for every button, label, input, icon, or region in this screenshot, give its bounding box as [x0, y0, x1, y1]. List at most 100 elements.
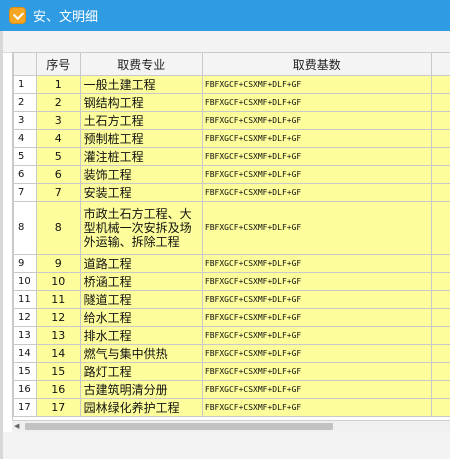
- table-row[interactable]: 6 6 装饰工程 FBFXGCF+CSXMF+DLF+GF: [13, 165, 450, 184]
- extra-cell[interactable]: [430, 362, 450, 381]
- basis-cell[interactable]: FBFXGCF+CSXMF+DLF+GF: [201, 254, 432, 273]
- seq-cell[interactable]: 14: [35, 344, 81, 363]
- extra-cell[interactable]: [430, 398, 450, 417]
- row-number-cell[interactable]: 17: [13, 398, 37, 417]
- table-row[interactable]: 8 8 市政土石方工程、大型机械一次安拆及场外运输、拆除工程 FBFXGCF+CSXM…: [13, 201, 450, 255]
- table-row[interactable]: 7 7 安装工程 FBFXGCF+CSXMF+DLF+GF: [13, 183, 450, 202]
- basis-cell[interactable]: FBFXGCF+CSXMF+DLF+GF: [201, 111, 432, 130]
- extra-cell[interactable]: [430, 380, 450, 399]
- basis-cell[interactable]: FBFXGCF+CSXMF+DLF+GF: [201, 326, 432, 345]
- seq-cell[interactable]: 8: [35, 201, 81, 255]
- major-cell[interactable]: 燃气与集中供热: [79, 344, 203, 363]
- basis-cell[interactable]: FBFXGCF+CSXMF+DLF+GF: [201, 344, 432, 363]
- row-number-cell[interactable]: 12: [13, 308, 37, 327]
- seq-cell[interactable]: 12: [35, 308, 81, 327]
- major-cell[interactable]: 路灯工程: [79, 362, 203, 381]
- major-cell[interactable]: 灌注桩工程: [79, 147, 203, 166]
- seq-cell[interactable]: 9: [35, 254, 81, 273]
- row-number-cell[interactable]: 15: [13, 362, 37, 381]
- table-row[interactable]: 4 4 预制桩工程 FBFXGCF+CSXMF+DLF+GF: [13, 129, 450, 148]
- row-number-cell[interactable]: 6: [13, 165, 37, 184]
- seq-cell[interactable]: 15: [35, 362, 81, 381]
- table-row[interactable]: 14 14 燃气与集中供热 FBFXGCF+CSXMF+DLF+GF: [13, 344, 450, 363]
- extra-cell[interactable]: [430, 308, 450, 327]
- basis-cell[interactable]: FBFXGCF+CSXMF+DLF+GF: [201, 183, 432, 202]
- seq-cell[interactable]: 10: [35, 272, 81, 291]
- extra-cell[interactable]: [430, 344, 450, 363]
- extra-cell[interactable]: [430, 272, 450, 291]
- major-cell[interactable]: 给水工程: [79, 308, 203, 327]
- major-cell[interactable]: 钢结构工程: [79, 93, 203, 112]
- extra-cell[interactable]: [430, 75, 450, 94]
- row-number-cell[interactable]: 11: [13, 290, 37, 309]
- basis-cell[interactable]: FBFXGCF+CSXMF+DLF+GF: [201, 201, 432, 255]
- row-number-cell[interactable]: 13: [13, 326, 37, 345]
- row-number-cell[interactable]: 16: [13, 380, 37, 399]
- extra-cell[interactable]: [430, 165, 450, 184]
- seq-cell[interactable]: 2: [35, 93, 81, 112]
- basis-cell[interactable]: FBFXGCF+CSXMF+DLF+GF: [201, 165, 432, 184]
- basis-cell[interactable]: FBFXGCF+CSXMF+DLF+GF: [201, 308, 432, 327]
- major-cell[interactable]: 市政土石方工程、大型机械一次安拆及场外运输、拆除工程: [79, 201, 203, 255]
- basis-cell[interactable]: FBFXGCF+CSXMF+DLF+GF: [201, 75, 432, 94]
- major-cell[interactable]: 土石方工程: [79, 111, 203, 130]
- row-number-cell[interactable]: 8: [13, 201, 37, 255]
- major-cell[interactable]: 一般土建工程: [79, 75, 203, 94]
- seq-cell[interactable]: 11: [35, 290, 81, 309]
- seq-cell[interactable]: 17: [35, 398, 81, 417]
- table-row[interactable]: 15 15 路灯工程 FBFXGCF+CSXMF+DLF+GF: [13, 362, 450, 381]
- row-number-cell[interactable]: 3: [13, 111, 37, 130]
- major-cell[interactable]: 园林绿化养护工程: [79, 398, 203, 417]
- major-cell[interactable]: 隧道工程: [79, 290, 203, 309]
- seq-cell[interactable]: 3: [35, 111, 81, 130]
- major-cell[interactable]: 排水工程: [79, 326, 203, 345]
- major-header[interactable]: 取费专业: [79, 52, 203, 76]
- table-row[interactable]: 12 12 给水工程 FBFXGCF+CSXMF+DLF+GF: [13, 308, 450, 327]
- basis-cell[interactable]: FBFXGCF+CSXMF+DLF+GF: [201, 290, 432, 309]
- major-cell[interactable]: 装饰工程: [79, 165, 203, 184]
- seq-cell[interactable]: 1: [35, 75, 81, 94]
- extra-cell[interactable]: [430, 254, 450, 273]
- basis-header[interactable]: 取费基数: [201, 52, 432, 76]
- row-number-cell[interactable]: 5: [13, 147, 37, 166]
- extra-cell[interactable]: [430, 326, 450, 345]
- seq-header[interactable]: 序号: [35, 52, 81, 76]
- table-row[interactable]: 16 16 古建筑明清分册 FBFXGCF+CSXMF+DLF+GF: [13, 380, 450, 399]
- row-number-cell[interactable]: 2: [13, 93, 37, 112]
- basis-cell[interactable]: FBFXGCF+CSXMF+DLF+GF: [201, 362, 432, 381]
- seq-cell[interactable]: 4: [35, 129, 81, 148]
- row-number-cell[interactable]: 1: [13, 75, 37, 94]
- scroll-left-icon[interactable]: ◀: [14, 422, 22, 431]
- table-row[interactable]: 2 2 钢结构工程 FBFXGCF+CSXMF+DLF+GF: [13, 93, 450, 112]
- row-number-cell[interactable]: 10: [13, 272, 37, 291]
- basis-cell[interactable]: FBFXGCF+CSXMF+DLF+GF: [201, 93, 432, 112]
- seq-cell[interactable]: 5: [35, 147, 81, 166]
- extra-header[interactable]: [430, 52, 450, 76]
- major-cell[interactable]: 桥涵工程: [79, 272, 203, 291]
- table-row[interactable]: 9 9 道路工程 FBFXGCF+CSXMF+DLF+GF: [13, 254, 450, 273]
- basis-cell[interactable]: FBFXGCF+CSXMF+DLF+GF: [201, 129, 432, 148]
- horizontal-scrollbar[interactable]: ◀: [12, 420, 450, 432]
- major-cell[interactable]: 预制桩工程: [79, 129, 203, 148]
- major-cell[interactable]: 道路工程: [79, 254, 203, 273]
- extra-cell[interactable]: [430, 183, 450, 202]
- extra-cell[interactable]: [430, 129, 450, 148]
- table-row[interactable]: 1 1 一般土建工程 FBFXGCF+CSXMF+DLF+GF: [13, 75, 450, 94]
- seq-cell[interactable]: 16: [35, 380, 81, 399]
- extra-cell[interactable]: [430, 201, 450, 255]
- extra-cell[interactable]: [430, 93, 450, 112]
- major-cell[interactable]: 安装工程: [79, 183, 203, 202]
- seq-cell[interactable]: 13: [35, 326, 81, 345]
- table-row[interactable]: 3 3 土石方工程 FBFXGCF+CSXMF+DLF+GF: [13, 111, 450, 130]
- table-row[interactable]: 11 11 隧道工程 FBFXGCF+CSXMF+DLF+GF: [13, 290, 450, 309]
- seq-cell[interactable]: 7: [35, 183, 81, 202]
- major-cell[interactable]: 古建筑明清分册: [79, 380, 203, 399]
- row-number-cell[interactable]: 7: [13, 183, 37, 202]
- row-number-cell[interactable]: 4: [13, 129, 37, 148]
- basis-cell[interactable]: FBFXGCF+CSXMF+DLF+GF: [201, 398, 432, 417]
- extra-cell[interactable]: [430, 290, 450, 309]
- row-number-cell[interactable]: 9: [13, 254, 37, 273]
- seq-cell[interactable]: 6: [35, 165, 81, 184]
- table-row[interactable]: 13 13 排水工程 FBFXGCF+CSXMF+DLF+GF: [13, 326, 450, 345]
- extra-cell[interactable]: [430, 147, 450, 166]
